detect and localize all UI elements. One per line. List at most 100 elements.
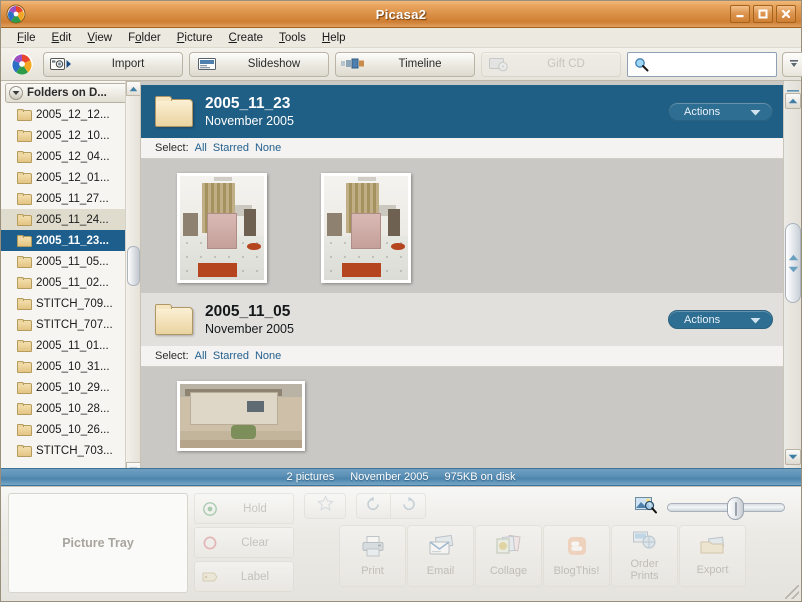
actions-button[interactable]: Actions (668, 102, 773, 121)
rotate-left-button[interactable] (356, 493, 391, 519)
menu-help[interactable]: Help (315, 30, 355, 46)
main-scrollbar[interactable] (783, 81, 801, 477)
export-button[interactable]: Export (679, 525, 746, 587)
sidebar-item-2005_12_10[interactable]: 2005_12_10... (1, 125, 140, 146)
menu-file[interactable]: File (10, 30, 45, 46)
folder-icon (17, 381, 32, 394)
folder-group-header-2005_11_05[interactable]: 2005_11_05 November 2005 Actions (141, 293, 783, 346)
window-title: Picasa2 (375, 6, 427, 22)
print-button[interactable]: Print (339, 525, 406, 587)
gift-cd-button[interactable]: Gift CD (481, 51, 621, 77)
zoom-photo-icon[interactable] (635, 495, 657, 519)
sidebar-scroll-thumb[interactable] (127, 246, 140, 286)
select-none-link[interactable]: None (255, 350, 281, 362)
rotate-right-button[interactable] (391, 493, 426, 519)
sidebar-item-2005_10_26[interactable]: 2005_10_26... (1, 419, 140, 440)
timeline-button[interactable]: Timeline (335, 51, 475, 77)
menu-tools[interactable]: Tools (272, 30, 315, 46)
menu-picture[interactable]: Picture (170, 30, 222, 46)
sidebar-item-2005_11_23[interactable]: 2005_11_23... (1, 230, 140, 251)
sidebar-item-label: 2005_11_02... (36, 276, 109, 289)
resize-grip[interactable] (785, 585, 799, 599)
select-starred-link[interactable]: Starred (213, 350, 249, 362)
scroll-down-button[interactable] (785, 449, 801, 465)
sidebar-item-2005_12_12[interactable]: 2005_12_12... (1, 104, 140, 125)
sidebar-item-2005_12_01[interactable]: 2005_12_01... (1, 167, 140, 188)
photo-thumbnail[interactable] (177, 381, 305, 451)
select-none-link[interactable]: None (255, 142, 281, 154)
sidebar-item-2005_11_02[interactable]: 2005_11_02... (1, 272, 140, 293)
sidebar-item-stitch_703[interactable]: STITCH_703... (1, 440, 140, 461)
sidebar-item-label: 2005_12_10... (36, 129, 110, 142)
order-prints-button[interactable]: Order Prints (611, 525, 678, 587)
timeline-icon (340, 57, 366, 71)
slideshow-button[interactable]: Slideshow (189, 51, 329, 77)
label-button[interactable]: Label (194, 561, 294, 592)
hold-button[interactable]: Hold (194, 493, 294, 524)
sidebar-item-2005_11_01[interactable]: 2005_11_01... (1, 335, 140, 356)
sidebar-item-2005_10_29[interactable]: 2005_10_29... (1, 377, 140, 398)
blogger-icon (565, 535, 589, 562)
actions-button[interactable]: Actions (668, 310, 773, 329)
collage-button[interactable]: Collage (475, 525, 542, 587)
sidebar-item-2005_10_31[interactable]: 2005_10_31... (1, 356, 140, 377)
close-button[interactable] (776, 5, 796, 23)
scroll-grip-top[interactable] (787, 83, 799, 95)
folder-group-titles: 2005_11_23 November 2005 (205, 94, 294, 130)
menu-folder[interactable]: Folder (121, 30, 170, 46)
sidebar-item-label: STITCH_709... (36, 297, 113, 310)
folder-icon (17, 423, 32, 436)
folder-list: 2005_12_12... 2005_12_10... 2005_12_04... 2… (1, 104, 140, 461)
actions-button-label: Actions (684, 105, 721, 118)
star-button[interactable] (304, 493, 346, 519)
filter-funnel-icon[interactable] (782, 51, 802, 77)
sidebar-item-2005_11_05[interactable]: 2005_11_05... (1, 251, 140, 272)
search-box[interactable] (627, 51, 777, 77)
menu-bar: File Edit View Folder Picture Create Too… (1, 28, 801, 48)
folder-icon (17, 402, 32, 415)
sidebar-item-2005_12_04[interactable]: 2005_12_04... (1, 146, 140, 167)
folder-icon (17, 339, 32, 352)
zoom-slider[interactable] (667, 496, 785, 520)
sidebar-item-label: 2005_10_28... (36, 402, 110, 415)
menu-create[interactable]: Create (222, 30, 273, 46)
photo-thumbnail[interactable] (321, 173, 411, 283)
rotate-right-icon (401, 496, 416, 516)
folder-icon (17, 318, 32, 331)
photo-thumbnail[interactable] (177, 173, 267, 283)
email-icon (427, 534, 455, 562)
sidebar-item-label: 2005_12_12... (36, 108, 110, 121)
export-button-label: Export (696, 564, 729, 576)
select-all-link[interactable]: All (195, 142, 207, 154)
sidebar-scrollbar[interactable] (125, 81, 140, 477)
sidebar-scroll-up-button[interactable] (126, 81, 140, 96)
maximize-button[interactable] (753, 5, 773, 23)
email-button[interactable]: Email (407, 525, 474, 587)
folder-group-subtitle: November 2005 (205, 113, 294, 128)
picture-tray[interactable]: Picture Tray (8, 493, 188, 593)
sidebar-item-2005_11_27[interactable]: 2005_11_27... (1, 188, 140, 209)
minimize-button[interactable] (730, 5, 750, 23)
select-starred-link[interactable]: Starred (213, 142, 249, 154)
menu-edit[interactable]: Edit (45, 30, 81, 46)
import-button[interactable]: Import (43, 51, 183, 77)
sidebar-item-2005_11_24[interactable]: 2005_11_24... (1, 209, 140, 230)
sidebar-item-stitch_709[interactable]: STITCH_709... (1, 293, 140, 314)
sidebar-item-2005_10_28[interactable]: 2005_10_28... (1, 398, 140, 419)
scroll-up-button[interactable] (785, 93, 801, 109)
search-input[interactable] (652, 58, 776, 70)
zoom-slider-knob[interactable] (727, 496, 745, 520)
picasa-logo-icon (10, 52, 34, 76)
select-all-link[interactable]: All (195, 350, 207, 362)
email-button-label: Email (426, 565, 455, 577)
chevron-down-circle-icon[interactable] (9, 86, 23, 100)
clear-button[interactable]: Clear (194, 527, 294, 558)
sidebar-item-label: 2005_10_31... (36, 360, 110, 373)
sidebar-item-stitch_707[interactable]: STITCH_707... (1, 314, 140, 335)
folders-on-disk-header[interactable]: Folders on D... (5, 83, 138, 103)
folder-group-header-2005_11_23[interactable]: 2005_11_23 November 2005 Actions (141, 85, 783, 138)
main-scroll-thumb[interactable] (785, 223, 801, 303)
blogthis-button[interactable]: BlogThis! (543, 525, 610, 587)
menu-view[interactable]: View (80, 30, 121, 46)
status-bar: 2 pictures November 2005 975KB on disk (1, 468, 801, 486)
